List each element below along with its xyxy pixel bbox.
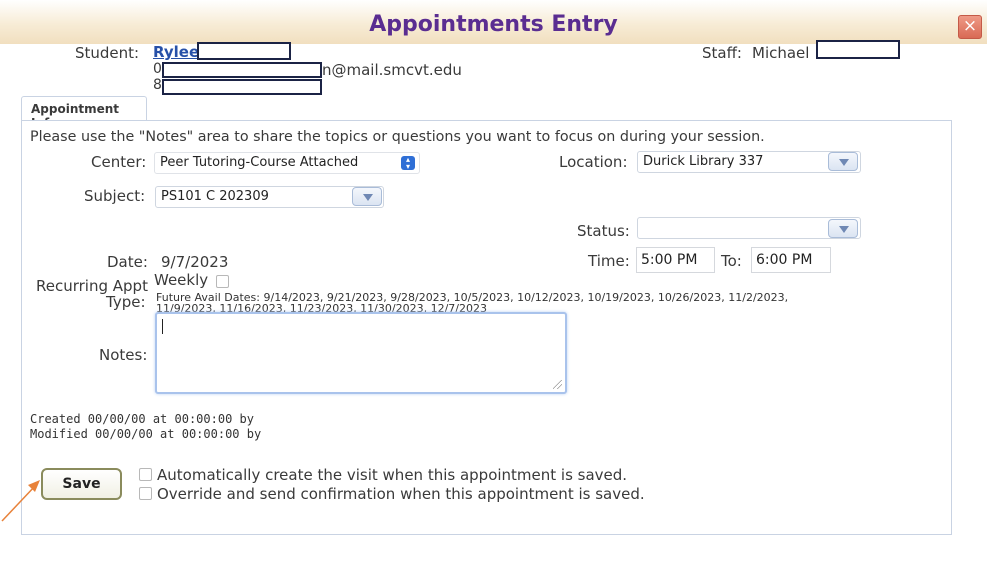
redacted-staff-surname — [816, 40, 900, 59]
redacted-student-id — [162, 62, 322, 78]
time-from-input[interactable]: 5:00 PM — [636, 247, 715, 273]
instructions-text: Please use the "Notes" area to share the… — [30, 129, 765, 145]
date-label: Date: — [107, 253, 148, 271]
override-label: Override and send confirmation when this… — [157, 485, 645, 503]
dialog-title: Appointments Entry — [369, 12, 618, 37]
text-caret — [162, 319, 163, 334]
location-label: Location: — [559, 153, 628, 171]
date-value: 9/7/2023 — [161, 253, 229, 271]
location-value: Durick Library 337 — [643, 154, 764, 169]
notes-textarea[interactable] — [155, 312, 567, 394]
student-email: n@mail.smcvt.edu — [322, 61, 462, 79]
annotation-arrow-icon — [1, 480, 40, 522]
status-dropdown-icon[interactable] — [828, 219, 858, 238]
student-phone-prefix: 8 — [153, 77, 162, 93]
subject-dropdown-icon[interactable] — [352, 187, 382, 206]
select-stepper-icon: ▴ ▾ — [401, 156, 415, 171]
redacted-student-phone — [162, 79, 322, 95]
close-icon[interactable]: × — [958, 15, 982, 39]
notes-label: Notes: — [99, 346, 148, 364]
time-to-label: To: — [721, 252, 742, 270]
subject-value: PS101 C 202309 — [161, 189, 269, 204]
auto-create-label: Automatically create the visit when this… — [157, 466, 628, 484]
time-from-value: 5:00 PM — [641, 252, 698, 268]
redacted-student-surname — [197, 42, 291, 60]
center-select[interactable]: Peer Tutoring-Course Attached — [154, 152, 420, 174]
student-name-link[interactable]: Rylee — [153, 43, 199, 61]
save-button[interactable]: Save — [41, 468, 122, 500]
center-value: Peer Tutoring-Course Attached — [160, 155, 359, 170]
resize-grip-icon[interactable] — [553, 380, 562, 389]
time-to-input[interactable]: 6:00 PM — [751, 247, 831, 273]
recurring-weekly-label: Weekly — [154, 271, 209, 289]
status-label: Status: — [577, 222, 630, 240]
auto-create-checkbox[interactable] — [139, 468, 152, 481]
created-info: Created 00/00/00 at 00:00:00 by — [30, 412, 254, 426]
time-label: Time: — [588, 252, 630, 270]
recurring-type-label: Type: — [106, 293, 146, 311]
modified-info: Modified 00/00/00 at 00:00:00 by — [30, 427, 262, 441]
subject-label: Subject: — [84, 187, 146, 205]
recurring-weekly-checkbox[interactable] — [216, 275, 229, 288]
student-label: Student: — [75, 44, 140, 62]
tab-appointment-info[interactable]: Appointment Info — [21, 96, 147, 130]
subject-select[interactable]: PS101 C 202309 — [155, 186, 384, 208]
student-id-prefix: 0 — [153, 61, 162, 77]
center-label: Center: — [91, 153, 147, 171]
staff-label: Staff: — [702, 44, 742, 62]
staff-name: Michael — [752, 44, 810, 62]
location-dropdown-icon[interactable] — [828, 152, 858, 171]
override-checkbox[interactable] — [139, 487, 152, 500]
time-to-value: 6:00 PM — [756, 252, 813, 268]
